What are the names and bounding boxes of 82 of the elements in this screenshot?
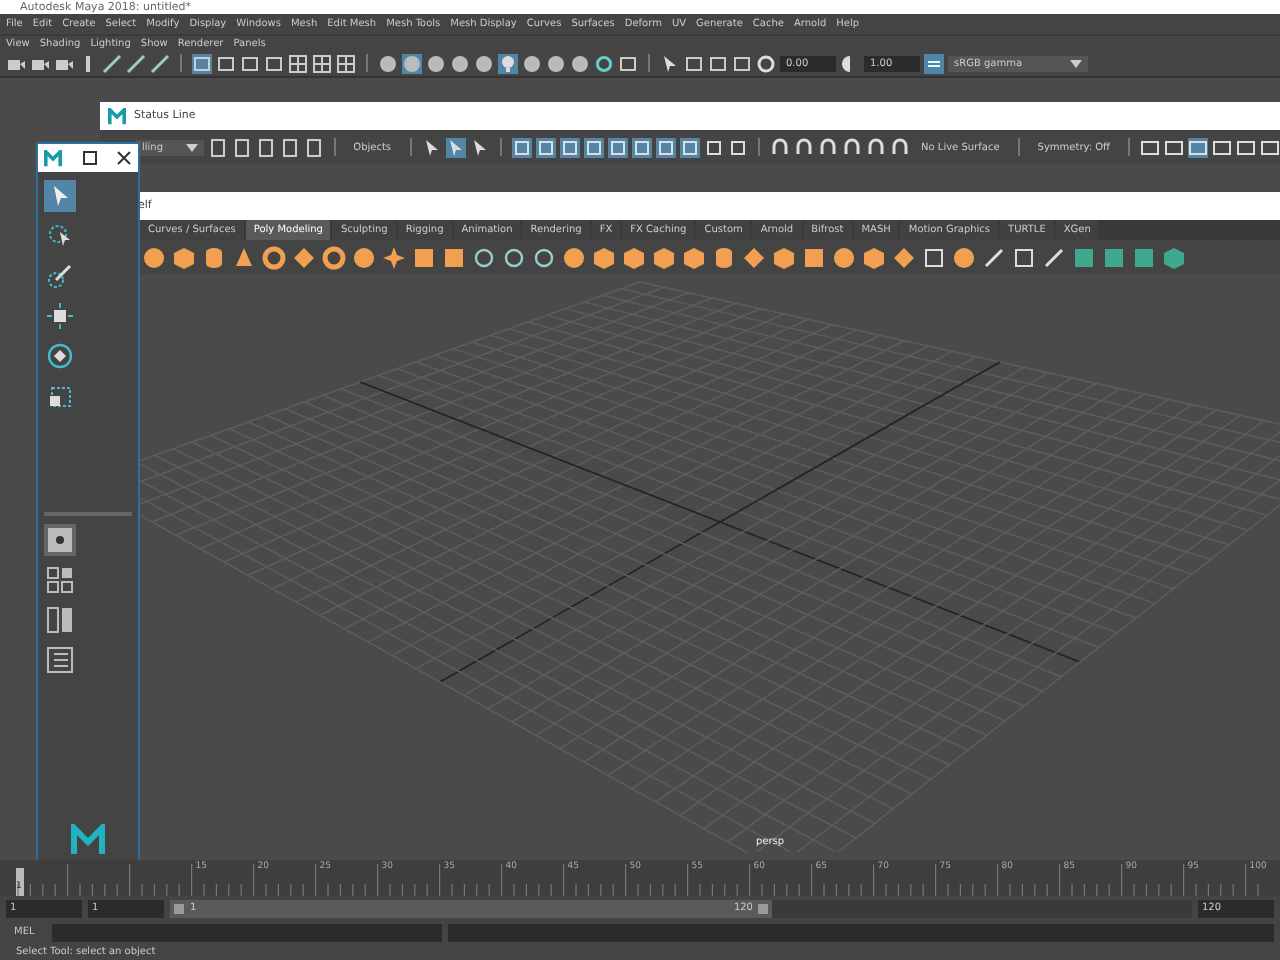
diamond-icon[interactable] [892, 245, 916, 269]
cube-icon[interactable] [592, 245, 616, 269]
grid-icon[interactable] [336, 53, 356, 73]
cylinder-icon[interactable] [712, 245, 736, 269]
cylinder-icon[interactable] [202, 245, 226, 269]
square-icon[interactable] [559, 137, 580, 157]
sphere-icon[interactable] [952, 245, 976, 269]
sphere-icon[interactable] [142, 245, 166, 269]
maya-logo-icon [70, 824, 106, 856]
frame-icon[interactable] [618, 53, 638, 73]
cube-icon[interactable] [622, 245, 646, 269]
arrow-icon[interactable] [660, 53, 680, 73]
cone-icon[interactable] [232, 245, 256, 269]
square-icon[interactable] [802, 245, 826, 269]
time-slider[interactable] [0, 860, 1280, 896]
line-icon[interactable] [982, 245, 1006, 269]
layout-icon[interactable] [44, 524, 76, 556]
square-icon[interactable] [583, 137, 604, 157]
square-icon[interactable] [607, 137, 628, 157]
range-slider-bar[interactable] [170, 899, 773, 917]
color-management-icon[interactable] [924, 53, 944, 73]
frame-icon[interactable] [1012, 245, 1036, 269]
magnet-icon[interactable] [793, 137, 814, 157]
sphere-icon[interactable] [562, 245, 586, 269]
caret-icon [1070, 59, 1082, 67]
cube-icon[interactable] [172, 245, 196, 269]
torus-icon[interactable] [322, 245, 346, 269]
command-input-field[interactable] [52, 923, 442, 941]
grid-icon[interactable] [288, 53, 308, 73]
bulb-icon[interactable] [498, 53, 518, 73]
cube-icon[interactable] [1162, 245, 1186, 269]
file-icon[interactable] [207, 137, 228, 157]
magnet-icon[interactable] [769, 137, 790, 157]
maximize-icon[interactable] [81, 150, 97, 166]
two-panel-layout-icon[interactable] [44, 604, 76, 636]
maya-logo-icon [108, 107, 126, 125]
square-icon[interactable] [1102, 245, 1126, 269]
torus-icon[interactable] [262, 245, 286, 269]
cube-icon[interactable] [682, 245, 706, 269]
outliner-layout-icon[interactable] [44, 644, 76, 676]
arrow-icon[interactable] [445, 137, 466, 157]
arrow-icon[interactable] [421, 137, 442, 157]
magnet-icon[interactable] [865, 137, 886, 157]
line-icon[interactable] [1042, 245, 1066, 269]
cube-icon[interactable] [772, 245, 796, 269]
frame-icon[interactable] [922, 245, 946, 269]
diamond-icon[interactable] [742, 245, 766, 269]
square-icon[interactable] [442, 245, 466, 269]
diamond-icon[interactable] [292, 245, 316, 269]
sphere-icon[interactable] [352, 245, 376, 269]
magnet-icon[interactable] [817, 137, 838, 157]
ring-icon[interactable] [594, 53, 614, 73]
square-icon[interactable] [412, 245, 436, 269]
star-icon[interactable] [382, 245, 406, 269]
range-handle[interactable] [174, 903, 184, 913]
square-icon[interactable] [655, 137, 676, 157]
current-frame-marker[interactable] [16, 868, 24, 896]
move-icon[interactable] [44, 300, 76, 332]
four-panel-layout-icon[interactable] [44, 564, 76, 596]
magnet-icon[interactable] [841, 137, 862, 157]
sphere-icon[interactable] [402, 53, 422, 73]
close-icon[interactable] [116, 150, 132, 166]
maya-logo-icon [44, 149, 62, 167]
brush-icon[interactable] [44, 260, 76, 292]
exposure-icon[interactable] [756, 53, 776, 73]
magnet-icon[interactable] [889, 137, 910, 157]
square-icon[interactable] [511, 137, 532, 157]
cube-icon[interactable] [652, 245, 676, 269]
range-handle[interactable] [758, 903, 769, 913]
square-icon[interactable] [1072, 245, 1096, 269]
caret-icon [185, 143, 198, 151]
square-icon[interactable] [535, 137, 556, 157]
arrow-icon[interactable] [469, 137, 490, 157]
square-icon[interactable] [631, 137, 652, 157]
rotate-icon[interactable] [44, 340, 76, 372]
sphere-icon[interactable] [378, 53, 398, 73]
cube-icon[interactable] [862, 245, 886, 269]
frame-icon[interactable] [727, 137, 748, 157]
sphere-icon[interactable] [832, 245, 856, 269]
grid-icon[interactable] [312, 53, 332, 73]
square-icon[interactable] [1132, 245, 1156, 269]
square-icon[interactable] [679, 137, 700, 157]
